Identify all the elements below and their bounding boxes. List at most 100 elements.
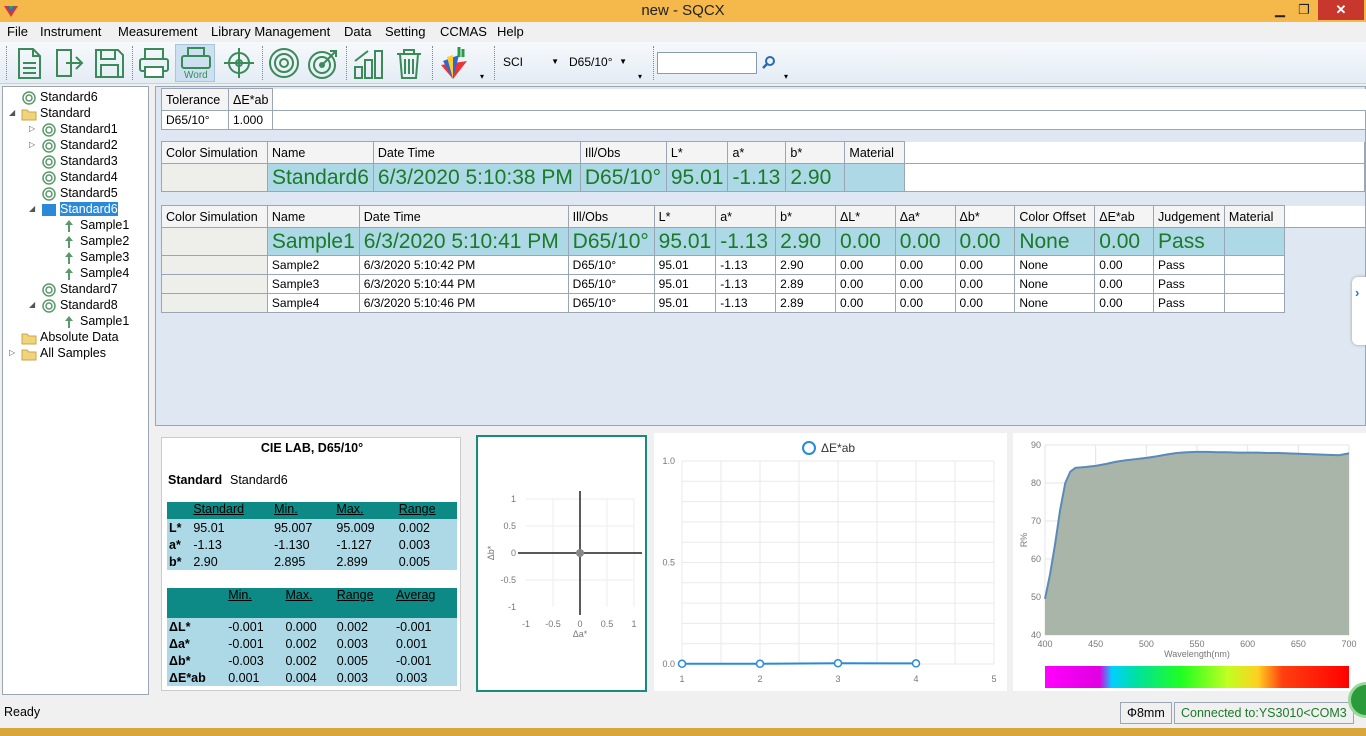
tree-item[interactable]: Standard5 <box>41 185 118 201</box>
tree-item-label: Sample1 <box>80 218 130 232</box>
color-fan-icon[interactable] <box>437 45 471 81</box>
taskbar <box>0 728 1366 736</box>
mode-select[interactable]: SCI ▼ <box>503 52 561 72</box>
sample-cell: 0.00 <box>894 255 956 275</box>
library-tree: Standard6 Standard ◢ Standard1 ▷ Standard2 ▷ St… <box>2 86 149 695</box>
standard-target-icon[interactable] <box>267 45 301 81</box>
x-tick-label: 600 <box>1240 639 1255 649</box>
standard-cell[interactable]: 95.01 <box>665 163 729 192</box>
side-flyout-tab[interactable]: › <box>1352 277 1366 345</box>
tree-item[interactable]: Sample1 <box>61 217 129 233</box>
expand-toggle-icon[interactable]: ▷ <box>29 124 35 133</box>
sample-target-icon[interactable] <box>306 45 340 81</box>
standard-cell[interactable]: 6/3/2020 5:10:38 PM <box>372 163 581 192</box>
word-export-button[interactable]: Word <box>175 44 215 82</box>
standard-table: Color Simulation Name Date Time Ill/Obs L* a*… <box>161 141 1365 192</box>
sample-icon <box>65 315 73 328</box>
toolbar-overflow-icon[interactable]: ▾ <box>638 72 642 81</box>
bar-chart-icon[interactable] <box>352 45 386 81</box>
standard-cell[interactable]: Standard6 <box>266 163 374 192</box>
tree-item[interactable]: Absolute Data <box>21 329 119 345</box>
flyout-arrow-icon: › <box>1355 285 1360 300</box>
expand-toggle-icon[interactable]: ◢ <box>9 108 15 117</box>
print-icon[interactable] <box>137 45 171 81</box>
export-icon[interactable] <box>52 45 86 81</box>
sample-cell: None <box>1014 293 1096 313</box>
search-icon[interactable] <box>762 55 776 69</box>
tree-item[interactable]: Standard <box>21 105 91 121</box>
tolerance-value[interactable]: 1.000 <box>227 110 274 130</box>
toolbar-overflow-icon[interactable]: ▾ <box>480 72 484 81</box>
tree-item[interactable]: All Samples <box>21 345 106 361</box>
sample-cell: -1.13 <box>715 227 777 256</box>
stats-cell: 0.002 <box>334 618 394 635</box>
stats-header: Standard <box>191 502 273 519</box>
menu-library-management[interactable]: Library Management <box>211 24 330 39</box>
crosshair-icon[interactable] <box>222 45 256 81</box>
expand-toggle-icon[interactable]: ◢ <box>29 204 35 213</box>
tree-item[interactable]: Sample3 <box>61 249 129 265</box>
sample-cell: 2.90 <box>775 255 836 275</box>
expand-toggle-icon[interactable]: ▷ <box>29 140 35 149</box>
tree-item[interactable]: Standard2 <box>41 137 118 153</box>
y-tick-label: 1 <box>511 494 516 504</box>
tree-item[interactable]: Sample1 <box>61 313 129 329</box>
search-input[interactable] <box>657 52 757 74</box>
tree-item[interactable]: Standard4 <box>41 169 118 185</box>
table-row[interactable]: Sample3 6/3/2020 5:10:44 PM D65/10° 95.01 -1… <box>161 274 1366 294</box>
stats-cell: 0.003 <box>334 635 394 652</box>
sample-cell: D65/10° <box>567 255 655 275</box>
tree-item[interactable]: Sample2 <box>61 233 129 249</box>
toolbar-separator <box>262 46 263 80</box>
tree-item[interactable]: Standard3 <box>41 153 118 169</box>
stats-cell: b* <box>167 553 192 570</box>
menu-help[interactable]: Help <box>497 24 524 39</box>
aperture-indicator: Φ8mm <box>1120 702 1172 724</box>
standard-cell[interactable]: -1.13 <box>727 163 787 192</box>
x-axis-label: Wavelength(nm) <box>1164 649 1230 659</box>
menu-data[interactable]: Data <box>344 24 371 39</box>
sample-cell: 95.01 <box>653 274 717 294</box>
tree-item[interactable]: Standard1 <box>41 121 118 137</box>
expand-toggle-icon[interactable]: ▷ <box>9 348 15 357</box>
tree-item[interactable]: Standard6 <box>21 89 98 105</box>
menu-instrument[interactable]: Instrument <box>40 24 101 39</box>
table-row[interactable]: Sample4 6/3/2020 5:10:46 PM D65/10° 95.01 -1… <box>161 293 1366 313</box>
status-bar: Ready Φ8mm Connected to:YS3010<COM3 <box>0 682 1366 726</box>
expand-toggle-icon[interactable]: ◢ <box>29 300 35 309</box>
save-icon[interactable] <box>92 45 126 81</box>
tree-item-label: Sample3 <box>80 250 130 264</box>
sample-cell: 2.90 <box>775 227 836 256</box>
toolbar-overflow-icon[interactable]: ▾ <box>784 72 788 81</box>
tree-item[interactable]: Standard8 <box>41 297 118 313</box>
stats-header: Range <box>334 588 394 618</box>
restore-button[interactable]: ❐ <box>1290 0 1318 20</box>
close-button[interactable]: ✕ <box>1318 0 1364 20</box>
delete-icon[interactable] <box>392 45 426 81</box>
delta-ab-plot-panel[interactable]: -1 -0.5 0 0.5 1 1 0.5 0 -0.5 -1 Δa* Δb* <box>476 435 647 692</box>
tree-item[interactable]: Standard6 <box>41 201 118 217</box>
tree-item[interactable]: Sample4 <box>61 265 129 281</box>
data-point <box>677 659 687 669</box>
toolbar-separator <box>653 46 654 80</box>
reflectance-area <box>1045 451 1349 635</box>
tree-item[interactable]: Standard7 <box>41 281 118 297</box>
sample-cell: 0.00 <box>834 274 896 294</box>
menu-setting[interactable]: Setting <box>385 24 425 39</box>
menu-file[interactable]: File <box>7 24 28 39</box>
menu-measurement[interactable]: Measurement <box>118 24 197 39</box>
table-row[interactable]: Sample2 6/3/2020 5:10:42 PM D65/10° 95.01 -1… <box>161 255 1366 275</box>
standard-cell[interactable] <box>844 163 906 192</box>
tree-item-label: Absolute Data <box>40 330 119 344</box>
standard-cell[interactable]: D65/10° <box>579 163 667 192</box>
word-print-icon <box>181 47 211 69</box>
delta-e-trend-panel: 1 2 3 4 5 1.0 0.5 0.0 ΔE*ab <box>654 433 1007 691</box>
illuminant-select[interactable]: D65/10° ▼ <box>569 52 629 72</box>
standard-cell[interactable]: 2.90 <box>785 163 846 192</box>
stats-cell: ΔE*ab <box>167 669 227 686</box>
new-file-icon[interactable] <box>12 45 46 81</box>
table-row[interactable]: Sample1 6/3/2020 5:10:41 PM D65/10° 95.01 -1… <box>161 227 1366 256</box>
menu-ccmas[interactable]: CCMAS <box>440 24 487 39</box>
color-swatch[interactable] <box>161 163 268 192</box>
x-tick-label: 5 <box>991 674 996 684</box>
